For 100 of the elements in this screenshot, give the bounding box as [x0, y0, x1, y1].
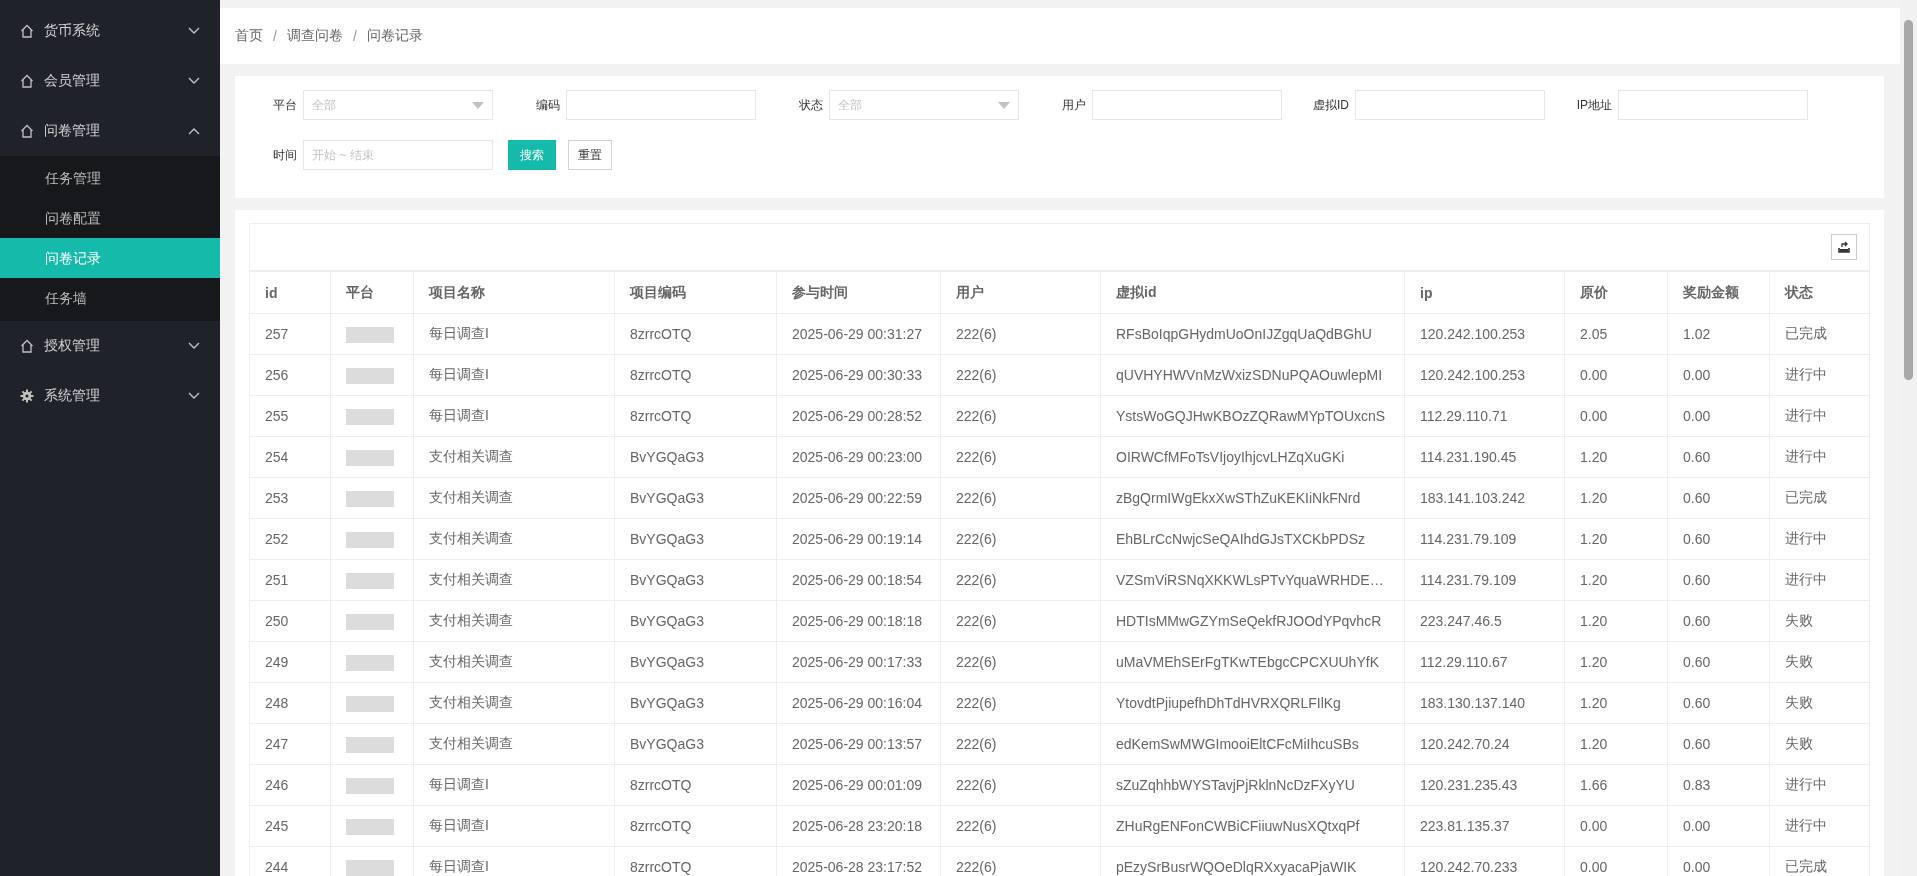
- breadcrumb-link[interactable]: 调查问卷: [286, 27, 343, 45]
- input-field[interactable]: [1618, 90, 1808, 120]
- breadcrumb-separator: /: [273, 28, 277, 44]
- table-cell: BvYGQaG3: [614, 641, 777, 683]
- table-cell: 257: [250, 313, 331, 355]
- nav-item[interactable]: 会员管理: [0, 56, 220, 106]
- table-cell: 114.231.79.109: [1404, 559, 1565, 601]
- breadcrumb-link[interactable]: 问卷记录: [366, 27, 423, 45]
- input-field[interactable]: [1092, 90, 1282, 120]
- table-cell: 251: [250, 559, 331, 601]
- reset-button[interactable]: 重置: [568, 140, 612, 170]
- chevron-down-icon: [188, 342, 200, 350]
- table-cell: 249: [250, 641, 331, 683]
- column-header: 项目编码: [614, 271, 777, 314]
- table-cell: 1.02: [1667, 313, 1770, 355]
- home-icon: [20, 124, 34, 138]
- table-cell: 1.20: [1564, 518, 1668, 560]
- table-cell: 2025-06-29 00:16:04: [776, 682, 941, 724]
- table-cell: BvYGQaG3: [614, 723, 777, 765]
- table-cell: BvYGQaG3: [614, 682, 777, 724]
- table-cell: 1.20: [1564, 641, 1668, 683]
- nav-item[interactable]: 授权管理: [0, 321, 220, 371]
- table-cell: 8zrrcOTQ: [614, 805, 777, 847]
- table-cell: 2025-06-29 00:18:18: [776, 600, 941, 642]
- table-cell: 222(6): [940, 313, 1101, 355]
- dropdown-caret-icon: [998, 101, 1010, 109]
- table-cell: 支付相关调查: [413, 641, 615, 683]
- table-cell: 120.242.100.253: [1404, 354, 1565, 396]
- table-cell: 246: [250, 764, 331, 806]
- blurred-block: [346, 408, 394, 425]
- table-cell: 0.00: [1667, 805, 1770, 847]
- table-cell: 222(6): [940, 354, 1101, 396]
- table-cell: 2025-06-29 00:23:00: [776, 436, 941, 478]
- blurred-block: [346, 613, 394, 630]
- submenu-item[interactable]: 任务管理: [0, 158, 220, 198]
- table-cell: 支付相关调查: [413, 518, 615, 560]
- home-icon: [20, 24, 34, 38]
- table-cell: 120.242.70.24: [1404, 723, 1565, 765]
- scrollbar-thumb[interactable]: [1904, 20, 1913, 380]
- table-cell: 222(6): [940, 600, 1101, 642]
- input-field[interactable]: [1355, 90, 1545, 120]
- column-header: 项目名称: [413, 271, 615, 314]
- table-cell: 112.29.110.71: [1404, 395, 1565, 437]
- column-header: ip: [1404, 271, 1565, 314]
- table-cell: 每日调查I: [413, 764, 615, 806]
- table-cell: 每日调查I: [413, 354, 615, 396]
- table-cell: 114.231.190.45: [1404, 436, 1565, 478]
- table-cell: 252: [250, 518, 331, 560]
- blurred-block: [346, 326, 394, 343]
- table-cell: uMaVMEhSErFgTKwTEbgcCPCXUUhYfK: [1100, 641, 1405, 683]
- field-label: 平台: [272, 96, 298, 114]
- table-cell: 支付相关调查: [413, 436, 615, 478]
- table-cell: VZSmViRSNqXKKWLsPTvYquaWRHDE…: [1100, 559, 1405, 601]
- table-cell: 0.83: [1667, 764, 1770, 806]
- dropdown-caret-icon: [472, 101, 484, 109]
- table-cell: 222(6): [940, 682, 1101, 724]
- table-cell: 222(6): [940, 559, 1101, 601]
- table-cell: 支付相关调查: [413, 559, 615, 601]
- blurred-block: [346, 531, 394, 548]
- table-cell: 0.60: [1667, 600, 1770, 642]
- table-cell: zBgQrmIWgEkxXwSThZuKEKIiNkFNrd: [1100, 477, 1405, 519]
- table-cell: 2025-06-29 00:01:09: [776, 764, 941, 806]
- blurred-block: [346, 736, 394, 753]
- nav-item[interactable]: 系统管理: [0, 371, 220, 421]
- table-cell: 8zrrcOTQ: [614, 354, 777, 396]
- submenu-item[interactable]: 任务墙: [0, 278, 220, 318]
- submenu-item[interactable]: 问卷配置: [0, 198, 220, 238]
- chevron-down-icon: [188, 77, 200, 85]
- table-cell: 222(6): [940, 805, 1101, 847]
- export-button[interactable]: [1831, 234, 1857, 260]
- table-cell: 254: [250, 436, 331, 478]
- table-cell: 0.00: [1667, 354, 1770, 396]
- table-cell: EhBLrCcNwjcSeQAIhdGJsTXCKbPDSz: [1100, 518, 1405, 560]
- table-cell: 支付相关调查: [413, 600, 615, 642]
- table-cell: 250: [250, 600, 331, 642]
- column-header: 参与时间: [776, 271, 941, 314]
- blurred-block: [346, 818, 394, 835]
- table-cell: 255: [250, 395, 331, 437]
- table-cell: 2025-06-28 23:20:18: [776, 805, 941, 847]
- field-label: 用户: [1061, 96, 1087, 114]
- input-field[interactable]: 开始 ~ 结束: [303, 140, 493, 170]
- gear-icon: [20, 389, 34, 403]
- nav-item[interactable]: 货币系统: [0, 6, 220, 56]
- nav-item[interactable]: 问卷管理: [0, 106, 220, 156]
- field-label: IP地址: [1575, 96, 1613, 114]
- table-cell: 8zrrcOTQ: [614, 313, 777, 355]
- table-cell: 222(6): [940, 395, 1101, 437]
- chevron-down-icon: [188, 392, 200, 400]
- table-cell: 183.141.103.242: [1404, 477, 1565, 519]
- table-cell: 2025-06-29 00:22:59: [776, 477, 941, 519]
- input-field[interactable]: [566, 90, 756, 120]
- table-cell: BvYGQaG3: [614, 559, 777, 601]
- field-label: 虚拟ID: [1312, 96, 1350, 114]
- breadcrumb-link[interactable]: 首页: [235, 27, 263, 45]
- table-cell: 1.20: [1564, 600, 1668, 642]
- column-header: id: [250, 271, 331, 314]
- table-cell: ZHuRgENFonCWBiCFiiuwNusXQtxqPf: [1100, 805, 1405, 847]
- table-cell: 2025-06-29 00:28:52: [776, 395, 941, 437]
- home-icon: [20, 339, 34, 353]
- table-cell: RFsBoIqpGHydmUoOnIJZgqUaQdBGhU: [1100, 313, 1405, 355]
